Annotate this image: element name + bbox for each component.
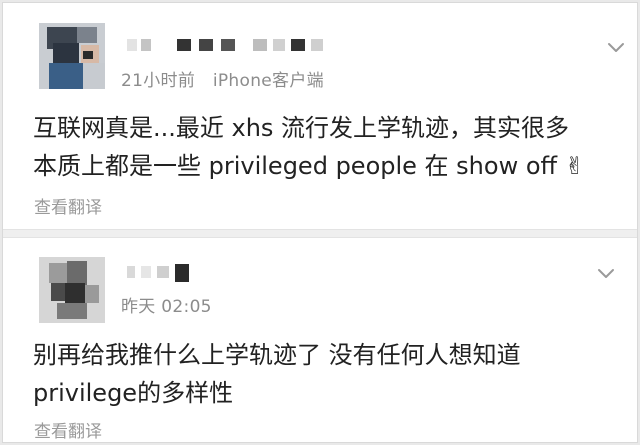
view-translation-link[interactable]: 查看翻译 — [34, 417, 102, 442]
chevron-down-icon[interactable] — [597, 265, 615, 278]
comment-line: privilege的多样性 — [33, 379, 234, 407]
comment-divider — [3, 229, 637, 238]
comment-line: 本质上都是一些 privileged people 在 show off ✌ — [33, 152, 585, 180]
comment-item: 昨天 02:05 别再给我推什么上学轨迹了 没有任何人想知道 privilege… — [3, 238, 637, 444]
chevron-down-icon[interactable] — [607, 39, 625, 52]
avatar[interactable] — [39, 257, 105, 323]
comment-meta: 21小时前 iPhone客户端 — [121, 66, 336, 91]
comment-line: 别再给我推什么上学轨迹了 没有任何人想知道 — [33, 341, 521, 369]
timestamp: 昨天 02:05 — [121, 297, 212, 317]
username-blurred[interactable] — [127, 264, 207, 284]
comment-meta: 昨天 02:05 — [121, 292, 224, 317]
device-label: iPhone客户端 — [212, 71, 324, 91]
timestamp: 21小时前 — [121, 71, 196, 91]
comment-text: 别再给我推什么上学轨迹了 没有任何人想知道 privilege的多样性 — [33, 336, 521, 412]
comment-text: 互联网真是...最近 xhs 流行发上学轨迹，其实很多 本质上都是一些 priv… — [33, 109, 585, 185]
avatar[interactable] — [39, 23, 105, 89]
comment-item: 21小时前 iPhone客户端 互联网真是...最近 xhs 流行发上学轨迹，其… — [3, 3, 637, 231]
comment-list: 21小时前 iPhone客户端 互联网真是...最近 xhs 流行发上学轨迹，其… — [2, 2, 638, 443]
view-translation-link[interactable]: 查看翻译 — [34, 193, 102, 218]
comment-line: 互联网真是...最近 xhs 流行发上学轨迹，其实很多 — [33, 114, 570, 142]
username-blurred[interactable] — [127, 39, 327, 57]
